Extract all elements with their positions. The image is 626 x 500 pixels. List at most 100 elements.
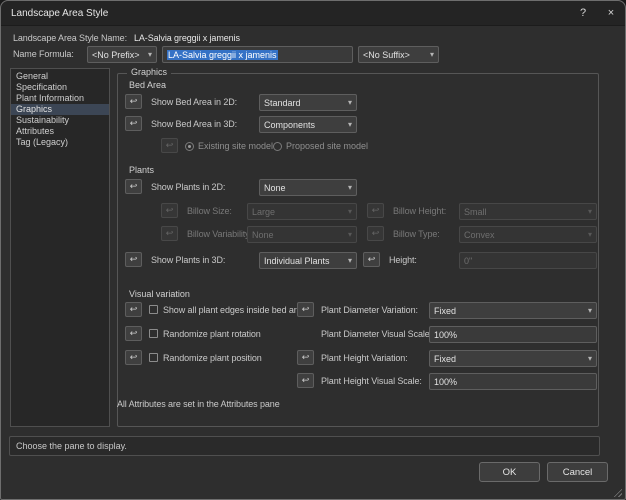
name-formula-label: Name Formula: xyxy=(13,49,74,59)
chevron-down-icon: ▾ xyxy=(429,50,434,59)
status-text: Choose the pane to display. xyxy=(16,441,127,451)
bed-area-2d-style-toggle-button[interactable]: ↩ xyxy=(125,94,142,109)
revert-arrow-icon: ↩ xyxy=(129,96,138,106)
chevron-down-icon: ▾ xyxy=(347,230,352,239)
billow-type-style-toggle-button: ↩ xyxy=(367,226,384,241)
billow-height-select: Small ▾ xyxy=(459,203,597,220)
sidebar-item-specification[interactable]: Specification xyxy=(11,82,109,93)
plants-3d-label: Show Plants in 3D: xyxy=(151,255,226,265)
plants-2d-style-toggle-button[interactable]: ↩ xyxy=(125,179,142,194)
diameter-scale-field[interactable]: 100% xyxy=(429,326,597,343)
revert-arrow-icon: ↩ xyxy=(165,140,174,150)
diameter-scale-label: Plant Diameter Visual Scale: xyxy=(321,329,433,339)
randomize-position-label: Randomize plant position xyxy=(163,353,262,363)
plants-3d-select[interactable]: Individual Plants ▾ xyxy=(259,252,357,269)
existing-site-model-radio: Existing site model xyxy=(185,138,273,154)
randomize-rotation-checkbox[interactable] xyxy=(149,329,158,338)
randomize-rotation-label: Randomize plant rotation xyxy=(163,329,261,339)
plant-height-label: Height: xyxy=(389,255,417,265)
plant-height-value: 0" xyxy=(464,255,473,266)
style-name-value: LA-Salvia greggii x jamenis xyxy=(134,33,240,43)
chevron-down-icon: ▾ xyxy=(347,256,352,265)
billow-height-label: Billow Height: xyxy=(393,206,447,216)
revert-arrow-icon: ↩ xyxy=(367,254,376,264)
revert-arrow-icon: ↩ xyxy=(129,181,138,191)
height-variation-label: Plant Height Variation: xyxy=(321,353,408,363)
plants-2d-select[interactable]: None ▾ xyxy=(259,179,357,196)
height-variation-style-toggle-button[interactable]: ↩ xyxy=(297,350,314,365)
sidebar-item-sustainability[interactable]: Sustainability xyxy=(11,115,109,126)
bed-area-2d-value: Standard xyxy=(264,97,301,108)
suffix-select[interactable]: <No Suffix> ▾ xyxy=(358,46,439,63)
billow-size-style-toggle-button: ↩ xyxy=(161,203,178,218)
billow-variability-label: Billow Variability: xyxy=(187,229,252,239)
bed-area-3d-select[interactable]: Components ▾ xyxy=(259,116,357,133)
height-variation-select[interactable]: Fixed ▾ xyxy=(429,350,597,367)
revert-arrow-icon: ↩ xyxy=(165,205,174,215)
visual-variation-heading: Visual variation xyxy=(129,289,190,299)
sidebar-item-graphics[interactable]: Graphics xyxy=(11,104,109,115)
revert-arrow-icon: ↩ xyxy=(301,304,310,314)
attributes-note: All Attributes are set in the Attributes… xyxy=(117,399,280,409)
cancel-button[interactable]: Cancel xyxy=(547,462,608,482)
revert-arrow-icon: ↩ xyxy=(165,228,174,238)
title-bar[interactable]: Landscape Area Style ? × xyxy=(1,1,625,26)
revert-arrow-icon: ↩ xyxy=(129,352,138,362)
diameter-variation-label: Plant Diameter Variation: xyxy=(321,305,418,315)
sidebar-item-tag-legacy[interactable]: Tag (Legacy) xyxy=(11,137,109,148)
plant-edges-style-toggle-button[interactable]: ↩ xyxy=(125,302,142,317)
sidebar-item-attributes[interactable]: Attributes xyxy=(11,126,109,137)
billow-height-style-toggle-button: ↩ xyxy=(367,203,384,218)
chevron-down-icon: ▾ xyxy=(147,50,152,59)
plants-3d-style-toggle-button[interactable]: ↩ xyxy=(125,252,142,267)
name-input-selected-text: LA-Salvia greggii x jamenis xyxy=(167,49,278,60)
billow-height-value: Small xyxy=(464,206,487,217)
ok-button[interactable]: OK xyxy=(479,462,540,482)
chevron-down-icon: ▾ xyxy=(587,207,592,216)
bed-area-3d-value: Components xyxy=(264,119,316,130)
diameter-variation-style-toggle-button[interactable]: ↩ xyxy=(297,302,314,317)
bed-area-3d-style-toggle-button[interactable]: ↩ xyxy=(125,116,142,131)
chevron-down-icon: ▾ xyxy=(587,354,592,363)
bed-area-2d-select[interactable]: Standard ▾ xyxy=(259,94,357,111)
show-plant-edges-checkbox[interactable] xyxy=(149,305,158,314)
chevron-down-icon: ▾ xyxy=(587,306,592,315)
prefix-select[interactable]: <No Prefix> ▾ xyxy=(87,46,157,63)
plant-height-style-toggle-button[interactable]: ↩ xyxy=(363,252,380,267)
billow-type-select: Convex ▾ xyxy=(459,226,597,243)
resize-grip-icon[interactable] xyxy=(612,487,622,497)
dialog-title: Landscape Area Style xyxy=(11,7,109,19)
height-scale-field[interactable]: 100% xyxy=(429,373,597,390)
diameter-variation-value: Fixed xyxy=(434,305,457,316)
bed-area-3d-label: Show Bed Area in 3D: xyxy=(151,119,238,129)
diameter-scale-value: 100% xyxy=(434,329,458,340)
billow-variability-style-toggle-button: ↩ xyxy=(161,226,178,241)
bed-area-heading: Bed Area xyxy=(129,80,167,90)
diameter-variation-select[interactable]: Fixed ▾ xyxy=(429,302,597,319)
revert-arrow-icon: ↩ xyxy=(129,304,138,314)
name-input[interactable]: LA-Salvia greggii x jamenis xyxy=(162,46,353,63)
revert-arrow-icon: ↩ xyxy=(129,118,138,128)
sidebar-item-plant-information[interactable]: Plant Information xyxy=(11,93,109,104)
revert-arrow-icon: ↩ xyxy=(129,328,138,338)
help-button[interactable]: ? xyxy=(569,1,597,26)
suffix-value: <No Suffix> xyxy=(363,49,410,60)
plant-height-field: 0" xyxy=(459,252,597,269)
randomize-position-checkbox[interactable] xyxy=(149,353,158,362)
plants-3d-value: Individual Plants xyxy=(264,255,330,266)
proposed-site-model-radio: Proposed site model xyxy=(273,138,368,154)
revert-arrow-icon: ↩ xyxy=(371,228,380,238)
sidebar-item-general[interactable]: General xyxy=(11,71,109,82)
style-name-label: Landscape Area Style Name: xyxy=(13,33,127,43)
revert-arrow-icon: ↩ xyxy=(371,205,380,215)
plants-heading: Plants xyxy=(129,165,155,175)
existing-site-model-label: Existing site model xyxy=(198,141,274,151)
randomize-rotation-style-toggle-button[interactable]: ↩ xyxy=(125,326,142,341)
height-scale-style-toggle-button[interactable]: ↩ xyxy=(297,373,314,388)
height-scale-label: Plant Height Visual Scale: xyxy=(321,376,422,386)
randomize-position-style-toggle-button[interactable]: ↩ xyxy=(125,350,142,365)
prefix-value: <No Prefix> xyxy=(92,49,140,60)
billow-variability-value: None xyxy=(252,229,274,240)
close-button[interactable]: × xyxy=(597,1,625,26)
revert-arrow-icon: ↩ xyxy=(301,375,310,385)
